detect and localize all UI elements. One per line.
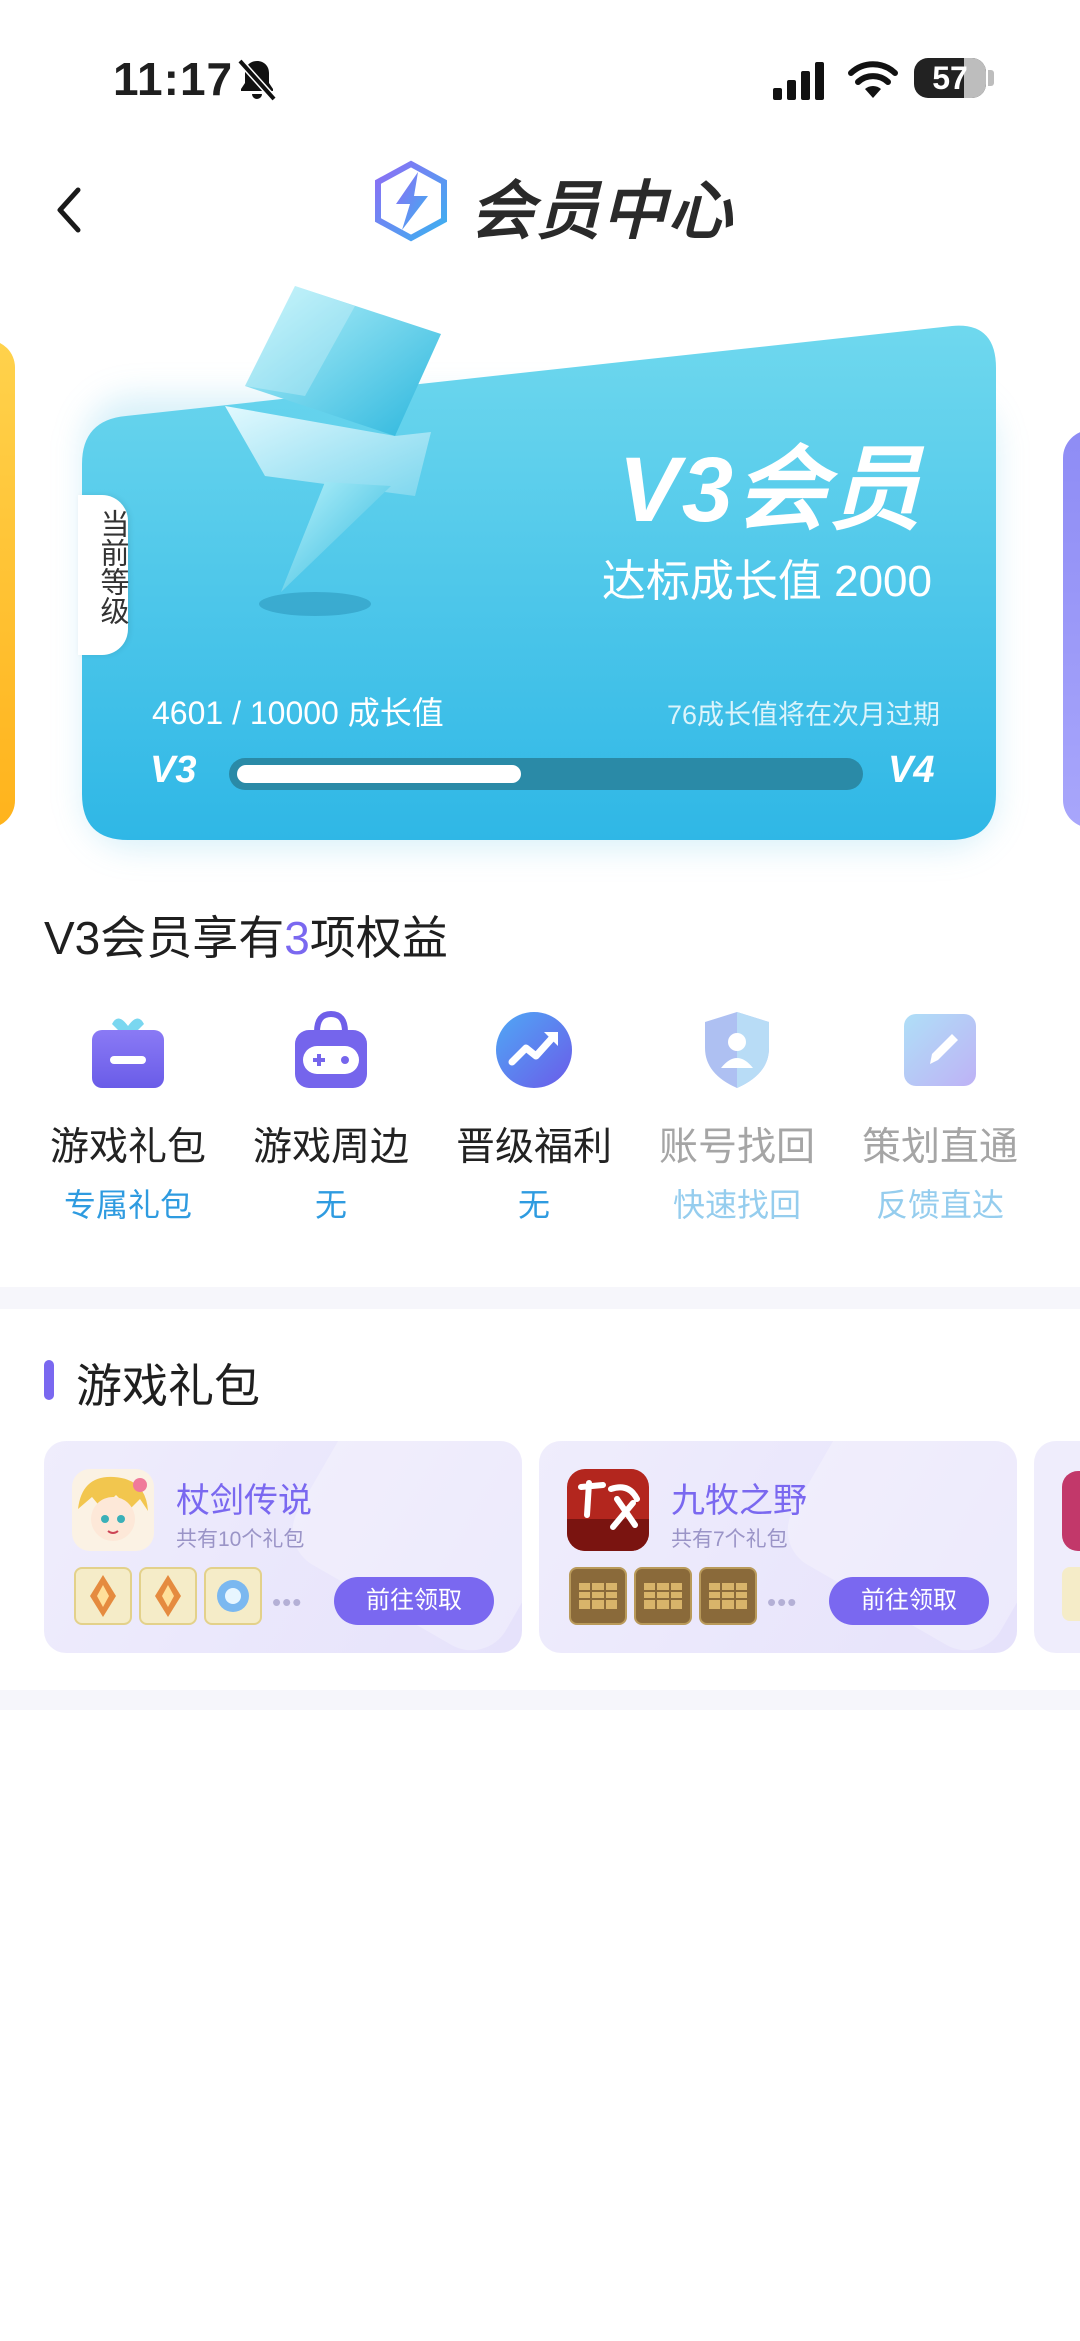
game-icon-zhangjian: [72, 1469, 154, 1551]
battery-level: 57: [932, 60, 968, 96]
benefit-detail: 无: [517, 1187, 550, 1223]
benefit-detail: 快速找回: [672, 1187, 801, 1223]
gift-card-zhangjian[interactable]: 杖剑传说 共有10个礼包 ••• 前往领取: [44, 1441, 522, 1653]
benefit-detail: 专属礼包: [63, 1187, 192, 1223]
expire-note: 76成长值将在次月过期: [666, 700, 940, 730]
benefit-name: 游戏礼包: [49, 1126, 206, 1169]
battery-tip: [988, 70, 994, 86]
gift-count: 共有7个礼包: [671, 1528, 788, 1551]
benefit-detail: 反馈直达: [875, 1187, 1004, 1223]
benefit-name: 游戏周边: [252, 1126, 409, 1169]
gift-item-icon: [569, 1567, 627, 1625]
trend-up-icon: [496, 1012, 572, 1088]
section-accent-bar: [44, 1360, 54, 1400]
gift-card-jiumu[interactable]: 九牧之野 共有7个礼包 ••• 前往领取: [539, 1441, 1017, 1653]
next-level-card[interactable]: [1063, 430, 1080, 828]
gift-item-icon: [74, 1567, 132, 1625]
previous-level-card[interactable]: [0, 340, 15, 828]
back-button[interactable]: [40, 180, 100, 240]
benefits-title: V3会员享有3项权益: [44, 902, 448, 968]
section-divider: [0, 1287, 1080, 1309]
current-level-tag: 当前等级: [78, 495, 128, 655]
gift-item-icon: [634, 1567, 692, 1625]
level-progress-bar: [229, 758, 863, 790]
wifi-icon: [848, 61, 898, 98]
gamepad-bag-icon: [295, 1010, 367, 1088]
more-items-indicator: •••: [767, 1587, 798, 1617]
status-time: 11:17: [113, 53, 234, 105]
gift-count: 共有10个礼包: [176, 1528, 305, 1551]
member-logo-icon: [375, 160, 447, 242]
gift-item-icon: [699, 1567, 757, 1625]
benefits-title-prefix: V3会员享有: [44, 912, 285, 964]
pencil-icon: [904, 1014, 976, 1086]
benefit-name: 账号找回: [658, 1126, 815, 1169]
gift-section-title: 游戏礼包: [76, 1360, 260, 1412]
gift-item-icon: [1062, 1567, 1080, 1621]
growth-value-progress: 4601 / 10000 成长值: [152, 695, 444, 731]
muted-bell-icon: [237, 58, 277, 102]
benefit-game-merch[interactable]: 游戏周边 无: [230, 998, 432, 1228]
next-level-label: V4: [888, 749, 935, 791]
section-divider: [0, 1690, 1080, 1710]
cellular-signal-icon: [773, 62, 824, 100]
benefit-direct-feedback[interactable]: 策划直通 反馈直达: [839, 998, 1041, 1228]
shield-user-icon: [705, 1012, 769, 1088]
game-name: 杖剑传说: [176, 1482, 312, 1520]
more-items-indicator: •••: [272, 1587, 303, 1617]
benefit-name: 晋级福利: [455, 1126, 612, 1169]
level-threshold: 达标成长值 2000: [601, 557, 932, 606]
game-icon-jiumu: [567, 1469, 649, 1551]
gift-item-icon: [204, 1567, 262, 1625]
current-level-tag-label: 当前等级: [96, 509, 128, 625]
benefit-name: 策划直通: [861, 1126, 1018, 1169]
benefits-title-suffix: 项权益: [309, 912, 448, 964]
benefit-account-recovery[interactable]: 账号找回 快速找回: [636, 998, 838, 1228]
current-level-label: V3: [150, 749, 197, 791]
benefits-count: 3: [284, 912, 310, 964]
crystal-lightning-icon: [225, 286, 441, 616]
claim-gift-button[interactable]: 前往领取: [334, 1577, 494, 1625]
gift-box-icon: [92, 1018, 164, 1088]
battery-indicator: 57: [914, 58, 986, 98]
gift-card-next-peek[interactable]: [1034, 1441, 1080, 1653]
gift-item-icon: [139, 1567, 197, 1625]
game-icon-partial: [1062, 1471, 1080, 1551]
benefit-game-gift[interactable]: 游戏礼包 专属礼包: [27, 998, 229, 1228]
benefit-upgrade-reward[interactable]: 晋级福利 无: [433, 998, 635, 1228]
benefit-detail: 无: [314, 1187, 347, 1223]
game-name: 九牧之野: [671, 1482, 807, 1520]
claim-gift-button[interactable]: 前往领取: [829, 1577, 989, 1625]
level-progress-fill: [237, 765, 521, 783]
level-title: V3会员: [618, 439, 923, 541]
page-title: 会员中心: [470, 175, 734, 247]
